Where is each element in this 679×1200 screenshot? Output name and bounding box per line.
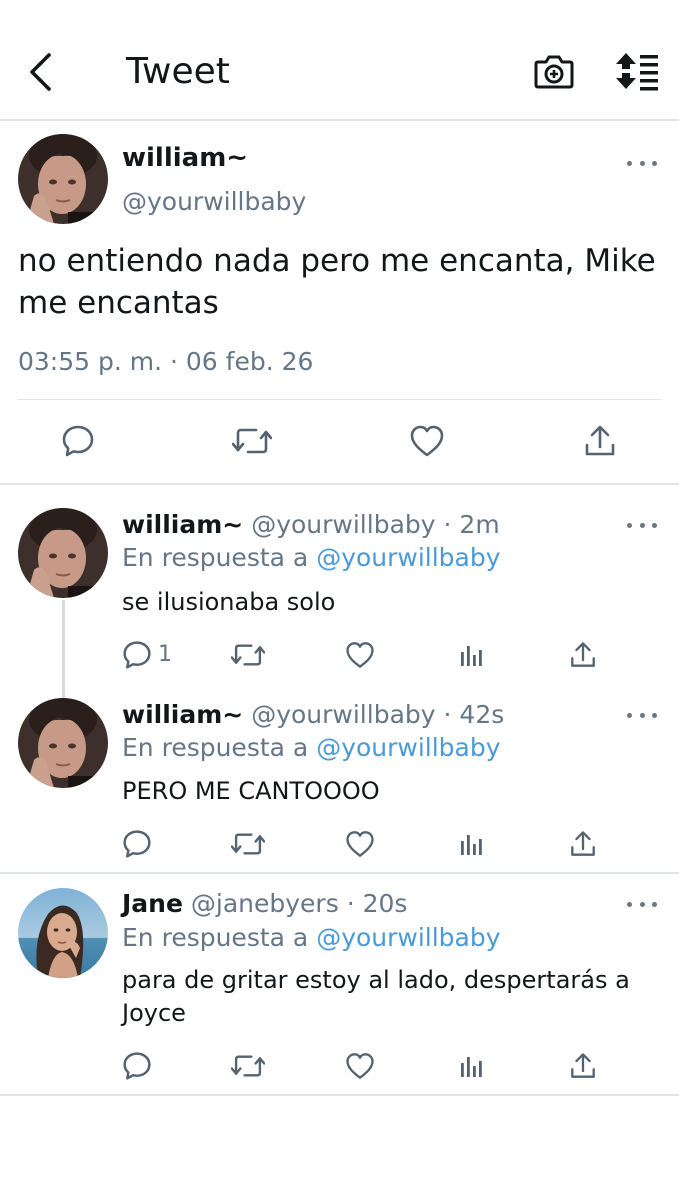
reply-text: PERO ME CANTOOOO xyxy=(122,777,380,805)
divider xyxy=(18,399,661,400)
share-icon[interactable] xyxy=(566,638,600,672)
share-icon[interactable] xyxy=(566,1049,600,1083)
reply-header: william~ @yourwillbaby · 42s xyxy=(122,699,504,731)
mention-link[interactable]: @yourwillbaby xyxy=(316,733,500,762)
sort-icon[interactable] xyxy=(612,49,662,93)
reply-icon[interactable] xyxy=(120,827,154,861)
reply-icon[interactable] xyxy=(120,638,154,672)
reply-icon[interactable] xyxy=(120,1049,154,1083)
more-options-icon[interactable] xyxy=(627,705,657,725)
top-bar: Tweet xyxy=(0,0,679,121)
reply-context: En respuesta a @yourwillbaby xyxy=(122,732,501,764)
author-handle[interactable]: @janebyers xyxy=(191,889,339,918)
retweet-icon[interactable] xyxy=(231,1049,265,1083)
page-title: Tweet xyxy=(126,51,230,92)
divider xyxy=(0,1094,679,1096)
more-options-icon[interactable] xyxy=(627,153,657,173)
avatar[interactable] xyxy=(18,508,108,598)
analytics-icon[interactable] xyxy=(455,827,489,861)
author-name[interactable]: william~ xyxy=(122,700,243,729)
avatar[interactable] xyxy=(18,134,108,224)
thread-line xyxy=(62,600,65,698)
like-icon[interactable] xyxy=(343,638,377,672)
reply-prefix: En respuesta a xyxy=(122,923,309,952)
divider xyxy=(0,483,679,485)
more-options-icon[interactable] xyxy=(627,515,657,535)
reply-prefix: En respuesta a xyxy=(122,543,309,572)
author-handle[interactable]: @yourwillbaby xyxy=(122,186,306,218)
author-name[interactable]: Jane xyxy=(122,889,183,918)
reply-text: se ilusionaba solo xyxy=(122,588,336,616)
mention-link[interactable]: @yourwillbaby xyxy=(316,543,500,572)
analytics-icon[interactable] xyxy=(455,638,489,672)
tweet-text: no entiendo nada pero me encanta, Mike m… xyxy=(18,243,656,321)
share-icon[interactable] xyxy=(566,827,600,861)
author-name[interactable]: william~ xyxy=(122,142,248,174)
like-icon[interactable] xyxy=(343,827,377,861)
divider xyxy=(0,872,679,874)
reply-time: · 42s xyxy=(443,700,505,729)
like-icon[interactable] xyxy=(343,1049,377,1083)
share-icon[interactable] xyxy=(580,421,620,461)
mention-link[interactable]: @yourwillbaby xyxy=(316,923,500,952)
reply-header: william~ @yourwillbaby · 2m xyxy=(122,509,500,541)
reply-context: En respuesta a @yourwillbaby xyxy=(122,542,501,574)
reply-count: 1 xyxy=(158,642,172,667)
reply-prefix: En respuesta a xyxy=(122,733,309,762)
retweet-icon[interactable] xyxy=(232,421,272,461)
retweet-icon[interactable] xyxy=(231,638,265,672)
camera-plus-icon[interactable] xyxy=(532,49,576,93)
retweet-icon[interactable] xyxy=(231,827,265,861)
more-options-icon[interactable] xyxy=(627,894,657,914)
avatar[interactable] xyxy=(18,698,108,788)
analytics-icon[interactable] xyxy=(455,1049,489,1083)
reply-icon[interactable] xyxy=(58,421,98,461)
reply-time: · 2m xyxy=(443,510,500,539)
reply-header: Jane @janebyers · 20s xyxy=(122,888,407,920)
author-handle[interactable]: @yourwillbaby xyxy=(251,510,435,539)
avatar[interactable] xyxy=(18,888,108,978)
reply-time: · 20s xyxy=(346,889,408,918)
author-name[interactable]: william~ xyxy=(122,510,243,539)
author-handle[interactable]: @yourwillbaby xyxy=(251,700,435,729)
reply-text: para de gritar estoy al lado, despertará… xyxy=(122,966,630,1027)
reply-context: En respuesta a @yourwillbaby xyxy=(122,922,501,954)
back-chevron-icon[interactable] xyxy=(22,50,58,94)
tweet-timestamp: 03:55 p. m. · 06 feb. 26 xyxy=(18,347,314,376)
like-icon[interactable] xyxy=(407,421,447,461)
